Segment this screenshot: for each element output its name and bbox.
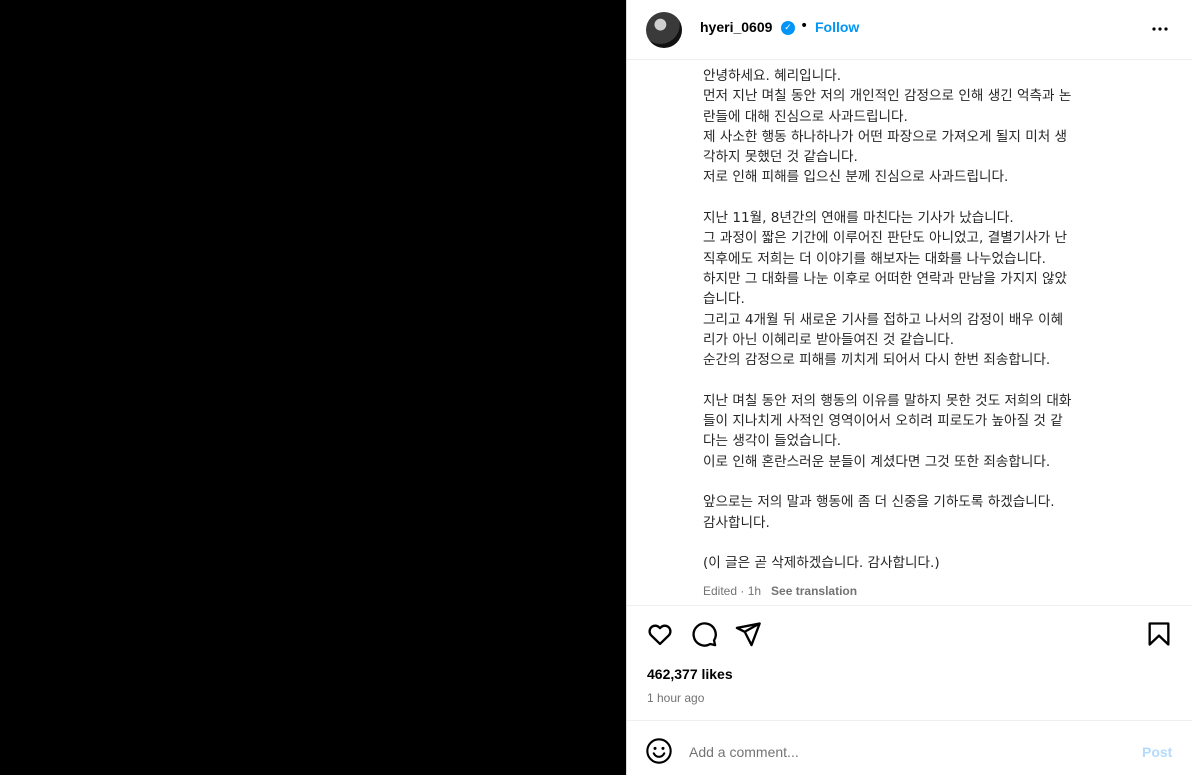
verified-badge-icon: ✓ bbox=[781, 21, 795, 35]
likes-count[interactable]: 462,377 likes bbox=[647, 666, 733, 682]
smiley-icon[interactable] bbox=[645, 737, 673, 765]
post-timestamp[interactable]: 1 hour ago bbox=[647, 691, 704, 705]
send-icon[interactable] bbox=[734, 620, 762, 648]
caption-line: 감사합니다. bbox=[703, 514, 770, 531]
divider bbox=[627, 720, 1192, 721]
caption-line: 순간의 감정으로 피해를 끼치게 되어서 다시 한번 죄송합니다. bbox=[703, 352, 1051, 369]
caption-line: 안녕하세요. 혜리입니다. bbox=[703, 68, 842, 84]
post-caption: 안녕하세요. 혜리입니다. 먼저 지난 며칠 동안 저의 개인적인 감정으로 인해… bbox=[703, 66, 1173, 573]
caption-line: 란들에 대해 진심으로 사과드립니다. bbox=[703, 108, 908, 125]
caption-line: 하지만 그 대화를 나눈 이후로 어떠한 연락과 만남을 가지지 않았 bbox=[703, 270, 1068, 287]
separator-dot: • bbox=[800, 18, 809, 34]
more-options-icon[interactable] bbox=[1148, 17, 1172, 41]
caption-line: 그 과정이 짧은 기간에 이루어진 판단도 아니었고, 결별기사가 난 bbox=[703, 230, 1068, 247]
comment-input[interactable] bbox=[689, 740, 1109, 764]
username-link[interactable]: hyeri_0609 bbox=[700, 19, 772, 35]
bookmark-icon[interactable] bbox=[1145, 620, 1173, 648]
see-translation-link[interactable]: See translation bbox=[771, 584, 857, 598]
caption-line: 지난 11월, 8년간의 연애를 마친다는 기사가 났습니다. bbox=[703, 210, 1014, 227]
avatar[interactable] bbox=[646, 12, 682, 48]
post-media bbox=[0, 0, 626, 775]
caption-line: 먼저 지난 며칠 동안 저의 개인적인 감정으로 인해 생긴 억측과 논 bbox=[703, 88, 1072, 105]
post-button[interactable]: Post bbox=[1142, 744, 1172, 760]
follow-button[interactable]: Follow bbox=[815, 19, 859, 35]
heart-icon[interactable] bbox=[646, 620, 674, 648]
caption-line: 이로 인해 혼란스러운 분들이 계셨다면 그것 또한 죄송합니다. bbox=[703, 453, 1051, 470]
caption-meta: Edited · 1h See translation bbox=[703, 584, 857, 598]
caption-line: 직후에도 저희는 더 이야기를 해보자는 대화를 나누었습니다. bbox=[703, 250, 1046, 267]
caption-line: 앞으로는 저의 말과 행동에 좀 더 신중을 기하도록 하겠습니다. bbox=[703, 494, 1055, 511]
caption-line: 제 사소한 행동 하나하나가 어떤 파장으로 가져오게 될지 미처 생 bbox=[703, 128, 1068, 145]
caption-line: (이 글은 곧 삭제하겠습니다. 감사합니다.) bbox=[703, 555, 940, 572]
caption-line: 그리고 4개월 뒤 새로운 기사를 접하고 나서의 감정이 배우 이혜 bbox=[703, 311, 1064, 328]
caption-line: 저로 인해 피해를 입으신 분께 진심으로 사과드립니다. bbox=[703, 169, 1009, 186]
caption-line: 들이 지나치게 사적인 영역이어서 오히려 피로도가 높아질 것 같 bbox=[703, 413, 1063, 430]
caption-line: 리가 아닌 이혜리로 받아들여진 것 같습니다. bbox=[703, 331, 955, 348]
post-side-panel: hyeri_0609 ✓ • Follow 안녕하세요. 혜리입니다. 먼저 지난… bbox=[626, 0, 1192, 775]
caption-line: 다는 생각이 들었습니다. bbox=[703, 433, 842, 450]
edited-timestamp: Edited · 1h bbox=[703, 584, 762, 598]
post-header: hyeri_0609 ✓ • Follow bbox=[627, 0, 1192, 60]
caption-line: 지난 며칠 동안 저의 행동의 이유를 말하지 못한 것도 저희의 대화 bbox=[703, 392, 1072, 409]
action-bar bbox=[627, 606, 1192, 662]
comment-icon[interactable] bbox=[690, 620, 718, 648]
caption-line: 습니다. bbox=[703, 291, 745, 308]
caption-line: 각하지 못했던 것 같습니다. bbox=[703, 149, 858, 166]
